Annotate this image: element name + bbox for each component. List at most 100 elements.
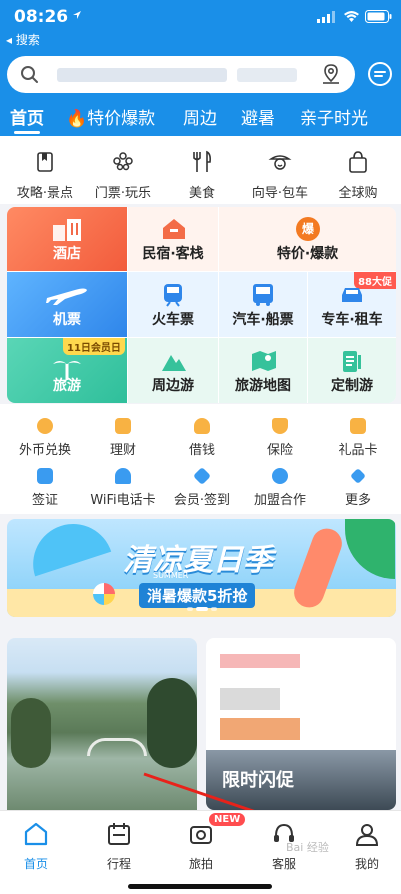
user-icon <box>355 824 379 846</box>
house-icon <box>163 219 185 239</box>
shopping-bag-icon <box>349 151 367 173</box>
special-deals-tile[interactable]: 爆 特价·爆款 <box>219 207 396 271</box>
more-grid-icon <box>350 468 366 484</box>
beach-ball <box>93 583 115 605</box>
service-more[interactable]: 更多 <box>318 460 398 510</box>
building-icon <box>53 219 81 241</box>
car-rental-tile[interactable]: 88大促 专车·租车 <box>308 272 396 337</box>
service-insurance[interactable]: 保险 <box>240 410 320 460</box>
tab-nearby[interactable]: 周边 <box>183 104 217 129</box>
handshake-icon <box>272 468 288 484</box>
category-tabs: 首页 🔥特价爆款 周边 避暑 亲子时光 <box>0 104 401 136</box>
nav-travel-photo[interactable]: NEW 旅拍 <box>161 813 246 871</box>
service-currency-exchange[interactable]: 外币兑换 <box>5 410 85 460</box>
clock: 08:26 <box>14 7 69 27</box>
signal-icon <box>317 11 335 23</box>
message-icon[interactable] <box>366 60 394 88</box>
balloon-icon <box>113 152 133 171</box>
location-arrow-icon <box>73 11 81 19</box>
bus-ship-tile[interactable]: 汽车·船票 <box>219 272 307 337</box>
clipboard-icon <box>343 351 361 372</box>
banner-title: 清凉夏日季 <box>123 543 273 578</box>
travel-map-tile[interactable]: 旅游地图 <box>219 338 307 403</box>
wealth-icon <box>115 418 131 434</box>
summer-promo-banner[interactable]: 清凉夏日季 SUMMER 消暑爆款5折抢 <box>7 519 396 617</box>
main-services-grid: 酒店 民宿·客栈 爆 特价·爆款 机票 火车票 汽车·船票 88大促 专车·租车… <box>7 207 396 403</box>
nav-home[interactable]: 首页 <box>0 819 76 871</box>
guide-icon <box>268 155 292 170</box>
bridge <box>87 738 147 756</box>
book-icon <box>37 152 53 172</box>
tab-summer-escape[interactable]: 避暑 <box>241 104 275 129</box>
new-badge: NEW <box>209 813 246 826</box>
service-gift-card[interactable]: 礼品卡 <box>318 410 398 460</box>
service-franchise[interactable]: 加盟合作 <box>240 460 320 510</box>
wifi-icon <box>115 468 131 484</box>
member-day-badge: 11日会员日 <box>63 338 125 355</box>
palm-leaves <box>345 519 395 579</box>
search-input[interactable] <box>7 56 355 93</box>
nearby-trip-tile[interactable]: 周边游 <box>128 338 218 403</box>
home-icon <box>24 822 48 846</box>
gift-icon <box>350 418 366 434</box>
search-placeholder-blurred <box>57 68 227 82</box>
header: 08:26 ◂ 搜索 首页 🔥特价爆款 周边 避暑 亲子时光 <box>0 0 401 136</box>
travel-tile[interactable]: 11日会员日 旅游 <box>7 338 127 403</box>
status-bar: 08:26 <box>0 0 401 34</box>
blurred-text <box>220 654 300 668</box>
custom-trip-tile[interactable]: 定制游 <box>308 338 396 403</box>
tab-special-deals[interactable]: 🔥特价爆款 <box>66 104 155 129</box>
battery-icon <box>365 10 392 23</box>
banner-subtitle: SUMMER <box>153 571 189 580</box>
search-icon <box>21 66 38 83</box>
service-wealth[interactable]: 理财 <box>83 410 163 460</box>
shield-icon <box>272 418 288 434</box>
tree <box>11 698 51 768</box>
train-icon <box>164 284 182 307</box>
homestay-tile[interactable]: 民宿·客栈 <box>128 207 218 271</box>
quick-guide-sights[interactable]: 攻略·景点 <box>5 136 85 204</box>
beach-umbrella <box>22 519 112 577</box>
service-wifi-sim[interactable]: WiFi电话卡 <box>83 460 163 510</box>
wifi-icon <box>344 11 359 22</box>
diamond-icon <box>192 466 212 486</box>
blurred-text <box>220 688 280 710</box>
fire-badge-icon: 爆 <box>296 217 320 241</box>
service-member-checkin[interactable]: 会员·签到 <box>162 460 242 510</box>
quick-entry-row: 攻略·景点 门票·玩乐 美食 向导·包车 全球购 <box>0 136 401 204</box>
tab-family-time[interactable]: 亲子时光 <box>300 104 368 129</box>
mountain-icon <box>162 355 186 371</box>
hotel-tile[interactable]: 酒店 <box>7 207 127 271</box>
money-bag-icon <box>194 418 210 434</box>
watermark: Bai 经验 <box>286 841 329 854</box>
bus-icon <box>253 284 273 306</box>
nav-itinerary[interactable]: 行程 <box>79 819 159 871</box>
camera-icon <box>190 826 212 844</box>
quick-tickets-fun[interactable]: 门票·玩乐 <box>83 136 163 204</box>
service-visa[interactable]: 签证 <box>5 460 85 510</box>
passport-icon <box>37 468 53 484</box>
banner-promo: 消暑爆款5折抢 <box>139 583 256 608</box>
bottom-tab-bar: 首页 行程 NEW 旅拍 客服 我的 Bai 经验 <box>0 810 401 894</box>
quick-guide-charter[interactable]: 向导·包车 <box>240 136 320 204</box>
search-placeholder-blurred <box>237 68 297 82</box>
map-pin-icon[interactable] <box>320 63 342 85</box>
back-to-search-link[interactable]: ◂ 搜索 <box>6 31 40 48</box>
service-loan[interactable]: 借钱 <box>162 410 242 460</box>
nav-profile[interactable]: 我的 <box>327 819 401 871</box>
map-icon <box>252 351 276 371</box>
car-icon <box>342 288 362 302</box>
train-tile[interactable]: 火车票 <box>128 272 218 337</box>
quick-global-shopping[interactable]: 全球购 <box>318 136 398 204</box>
home-indicator <box>128 884 272 889</box>
tab-home[interactable]: 首页 <box>10 104 44 134</box>
flight-tile[interactable]: 机票 <box>7 272 127 337</box>
blurred-text <box>220 718 300 740</box>
cutlery-icon <box>193 150 211 172</box>
airplane-icon <box>46 288 87 305</box>
quick-food[interactable]: 美食 <box>162 136 242 204</box>
carousel-dots <box>187 607 217 611</box>
currency-icon <box>37 418 53 434</box>
tree <box>147 678 197 768</box>
secondary-services: 外币兑换 理财 借钱 保险 礼品卡 签证 WiFi电话卡 会员·签到 加盟合作 … <box>0 404 401 514</box>
